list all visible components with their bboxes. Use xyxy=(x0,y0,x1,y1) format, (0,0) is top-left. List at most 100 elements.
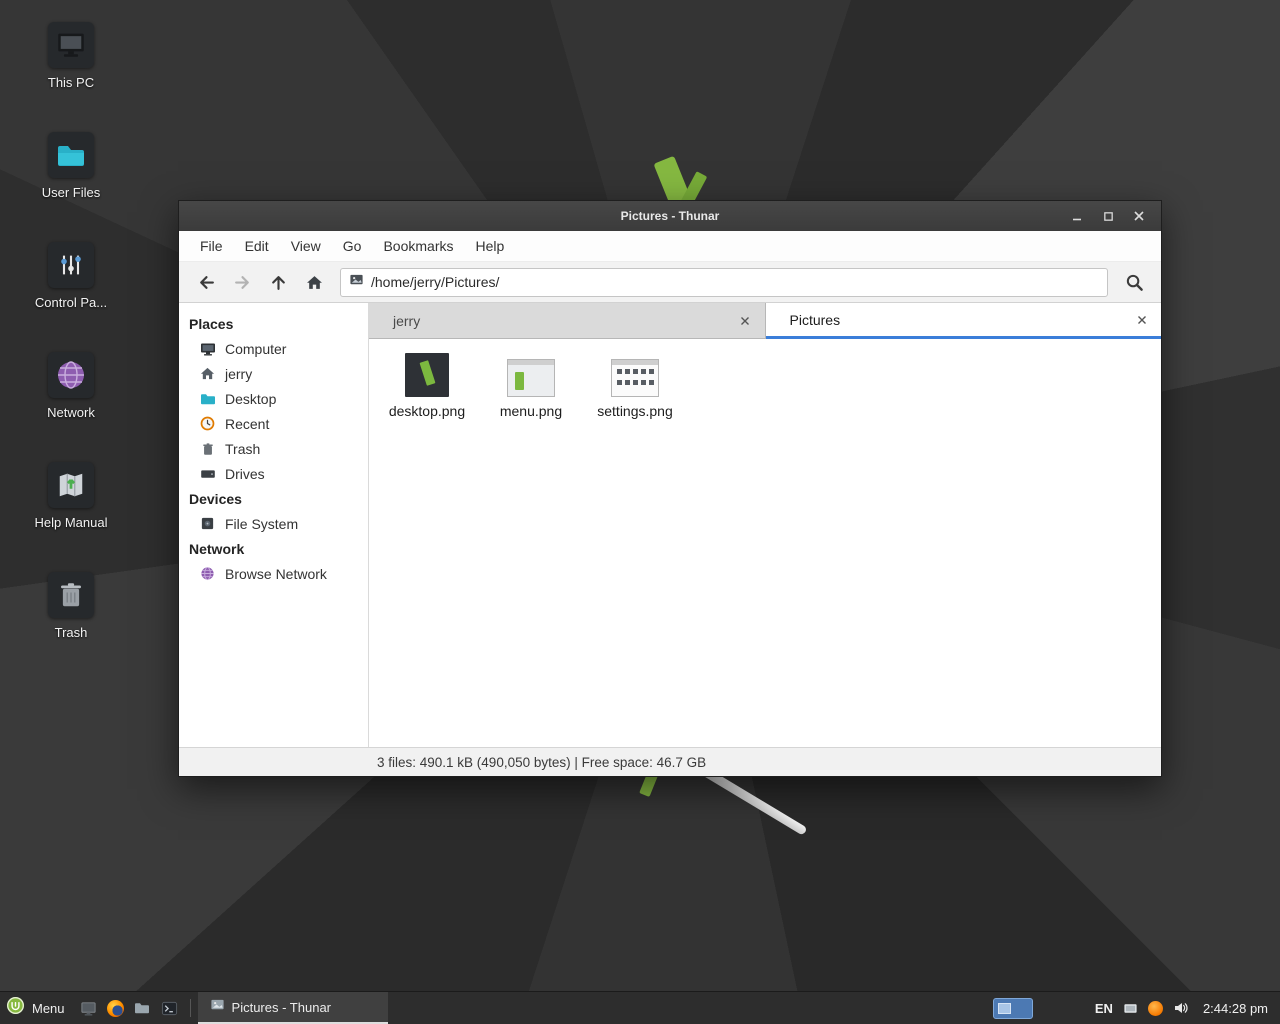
window-titlebar[interactable]: Pictures - Thunar xyxy=(179,201,1161,231)
window-title: Pictures - Thunar xyxy=(179,209,1161,223)
image-thumbnail xyxy=(405,349,449,397)
search-button[interactable] xyxy=(1116,268,1152,297)
image-thumbnail xyxy=(611,349,659,397)
clock[interactable]: 2:44:28 pm xyxy=(1203,1001,1268,1016)
desktop-icon-column: This PC User Files Control Pa... Network… xyxy=(18,22,124,682)
menubar: File Edit View Go Bookmarks Help xyxy=(179,231,1161,262)
sidebar-item-computer[interactable]: Computer xyxy=(179,336,368,361)
path-text: /home/jerry/Pictures/ xyxy=(371,274,499,290)
sidebar-item-label: File System xyxy=(225,516,298,532)
sidebar-item-label: Recent xyxy=(225,416,269,432)
sidebar-item-desktop[interactable]: Desktop xyxy=(179,386,368,411)
file-name: menu.png xyxy=(500,403,562,419)
sidebar-item-recent[interactable]: Recent xyxy=(179,411,368,436)
desktop-icon-user-files[interactable]: User Files xyxy=(18,132,124,242)
file-list: desktop.png menu.png xyxy=(369,339,1161,747)
close-button[interactable] xyxy=(1130,207,1148,225)
desktop-icon-label: Network xyxy=(47,405,95,420)
file-settings-png[interactable]: settings.png xyxy=(585,349,685,419)
control-panel-icon xyxy=(48,242,94,288)
file-name: settings.png xyxy=(597,403,673,419)
up-button[interactable] xyxy=(260,268,296,297)
keyboard-layout-indicator[interactable]: EN xyxy=(1095,1001,1113,1016)
desktop-icon-label: Control Pa... xyxy=(35,295,107,310)
tab-label: Pictures xyxy=(790,312,841,328)
show-desktop-icon[interactable] xyxy=(75,992,102,1024)
sidebar-item-trash[interactable]: Trash xyxy=(179,436,368,461)
file-menu-png[interactable]: menu.png xyxy=(481,349,581,419)
workspace-pager[interactable] xyxy=(993,998,1033,1019)
sidebar-item-label: Drives xyxy=(225,466,265,482)
start-menu-button[interactable]: Menu xyxy=(0,992,75,1024)
sidebar-item-jerry[interactable]: jerry xyxy=(179,361,368,386)
status-bar: 3 files: 490.1 kB (490,050 bytes) | Free… xyxy=(179,747,1161,776)
display-tray-icon[interactable] xyxy=(1123,1001,1138,1016)
file-name: desktop.png xyxy=(389,403,465,419)
menu-help[interactable]: Help xyxy=(465,231,516,261)
task-button-label: Pictures - Thunar xyxy=(232,1000,331,1015)
folder-icon xyxy=(199,390,216,407)
image-thumbnail xyxy=(507,349,555,397)
image-file-icon xyxy=(210,997,225,1017)
pager-window xyxy=(998,1003,1011,1014)
update-manager-tray-icon[interactable] xyxy=(1148,1001,1163,1016)
sidebar-item-file-system[interactable]: File System xyxy=(179,511,368,536)
mint-logo-icon xyxy=(6,996,25,1020)
tab-pictures[interactable]: Pictures xyxy=(766,303,1162,339)
desktop-icon-trash[interactable]: Trash xyxy=(18,572,124,682)
back-button[interactable] xyxy=(188,268,224,297)
desktop-icon-help-manual[interactable]: Help Manual xyxy=(18,462,124,572)
menu-edit[interactable]: Edit xyxy=(234,231,280,261)
taskbar: Menu Pictures - Thunar EN xyxy=(0,991,1280,1024)
taskbar-separator xyxy=(190,999,191,1017)
taskbar-tray: EN 2:44:28 pm xyxy=(993,998,1280,1019)
status-text: 3 files: 490.1 kB (490,050 bytes) | Free… xyxy=(377,755,706,770)
sidebar-item-browse-network[interactable]: Browse Network xyxy=(179,561,368,586)
maximize-button[interactable] xyxy=(1099,207,1117,225)
computer-icon xyxy=(199,340,216,357)
drive-icon xyxy=(199,515,216,532)
help-map-icon xyxy=(48,462,94,508)
menu-bookmarks[interactable]: Bookmarks xyxy=(372,231,464,261)
desktop-icon-label: Help Manual xyxy=(35,515,108,530)
taskbar-task-thunar[interactable]: Pictures - Thunar xyxy=(198,992,388,1024)
file-manager-launcher-icon[interactable] xyxy=(129,992,156,1024)
minimize-button[interactable] xyxy=(1068,207,1086,225)
volume-icon[interactable] xyxy=(1173,1000,1189,1016)
toolbar: /home/jerry/Pictures/ xyxy=(179,262,1161,303)
menu-go[interactable]: Go xyxy=(332,231,373,261)
desktop-icon-this-pc[interactable]: This PC xyxy=(18,22,124,132)
tab-label: jerry xyxy=(393,313,420,329)
desktop-icon-label: Trash xyxy=(55,625,88,640)
sidebar-item-drives[interactable]: Drives xyxy=(179,461,368,486)
tab-close-icon[interactable] xyxy=(1132,310,1151,329)
desktop-icon-network[interactable]: Network xyxy=(18,352,124,462)
home-button[interactable] xyxy=(296,268,332,297)
window-controls xyxy=(1068,207,1161,225)
trash-icon xyxy=(48,572,94,618)
tab-close-icon[interactable] xyxy=(736,311,755,330)
menu-view[interactable]: View xyxy=(280,231,332,261)
sidebar-item-label: Trash xyxy=(225,441,260,457)
tab-jerry[interactable]: jerry xyxy=(369,303,766,339)
computer-icon xyxy=(48,22,94,68)
sidebar-header-places: Places xyxy=(179,311,368,336)
thunar-window: Pictures - Thunar File Edit View Go Book… xyxy=(178,200,1162,777)
sidebar: Places Computer jerry xyxy=(179,303,369,747)
network-globe-icon xyxy=(48,352,94,398)
image-file-icon xyxy=(349,272,364,292)
tab-bar: jerry Pictures xyxy=(369,303,1161,339)
sidebar-header-network: Network xyxy=(179,536,368,561)
drive-icon xyxy=(199,465,216,482)
menu-file[interactable]: File xyxy=(189,231,234,261)
desktop-wallpaper: This PC User Files Control Pa... Network… xyxy=(0,0,1280,1024)
forward-button[interactable] xyxy=(224,268,260,297)
file-desktop-png[interactable]: desktop.png xyxy=(377,349,477,419)
path-bar[interactable]: /home/jerry/Pictures/ xyxy=(340,268,1108,297)
desktop-icon-control-panel[interactable]: Control Pa... xyxy=(18,242,124,352)
home-icon xyxy=(199,365,216,382)
sidebar-header-devices: Devices xyxy=(179,486,368,511)
terminal-launcher-icon[interactable] xyxy=(156,992,183,1024)
firefox-launcher-icon[interactable] xyxy=(102,992,129,1024)
sidebar-item-label: Desktop xyxy=(225,391,276,407)
